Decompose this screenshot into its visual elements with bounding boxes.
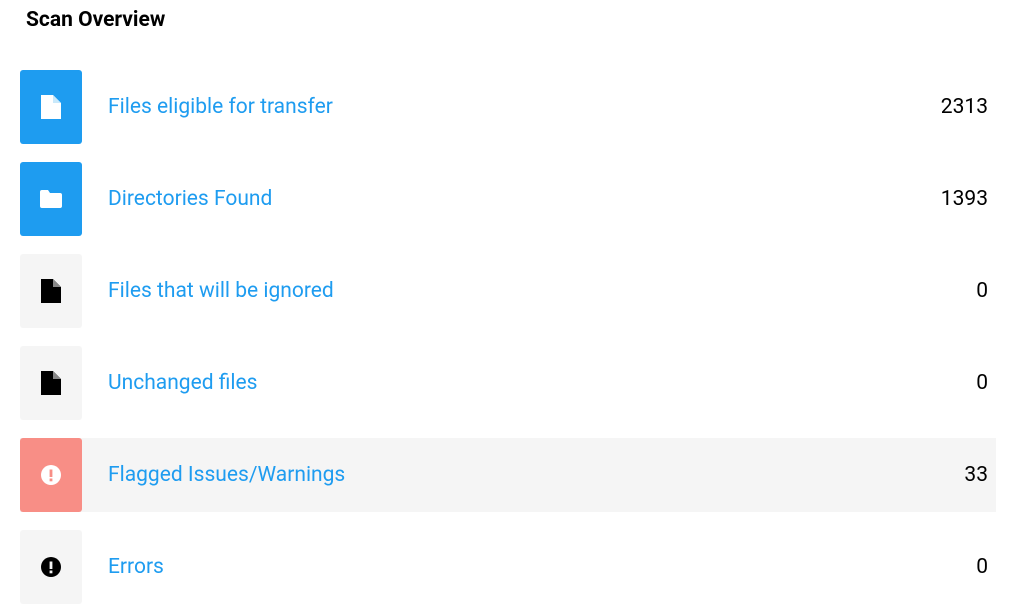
value-unchanged-files: 0 bbox=[976, 371, 996, 395]
row-flagged-issues: Flagged Issues/Warnings 33 bbox=[20, 438, 996, 512]
link-files-ignored[interactable]: Files that will be ignored bbox=[108, 279, 334, 303]
error-icon bbox=[20, 530, 82, 604]
warning-icon bbox=[20, 438, 82, 512]
value-directories-found: 1393 bbox=[941, 187, 996, 211]
row-directories-found: Directories Found 1393 bbox=[20, 162, 996, 236]
file-icon bbox=[20, 346, 82, 420]
link-unchanged-files[interactable]: Unchanged files bbox=[108, 371, 258, 395]
row-errors: Errors 0 bbox=[20, 530, 996, 604]
file-icon bbox=[20, 70, 82, 144]
value-files-ignored: 0 bbox=[976, 279, 996, 303]
link-flagged-issues[interactable]: Flagged Issues/Warnings bbox=[108, 463, 345, 487]
value-files-eligible: 2313 bbox=[941, 95, 996, 119]
row-files-ignored: Files that will be ignored 0 bbox=[20, 254, 996, 328]
link-directories-found[interactable]: Directories Found bbox=[108, 187, 272, 211]
value-flagged-issues: 33 bbox=[964, 463, 996, 487]
folder-icon bbox=[20, 162, 82, 236]
link-files-eligible[interactable]: Files eligible for transfer bbox=[108, 95, 333, 119]
link-errors[interactable]: Errors bbox=[108, 555, 164, 579]
value-errors: 0 bbox=[976, 555, 996, 579]
row-unchanged-files: Unchanged files 0 bbox=[20, 346, 996, 420]
row-files-eligible: Files eligible for transfer 2313 bbox=[20, 70, 996, 144]
file-icon bbox=[20, 254, 82, 328]
page-title: Scan Overview bbox=[26, 8, 996, 32]
